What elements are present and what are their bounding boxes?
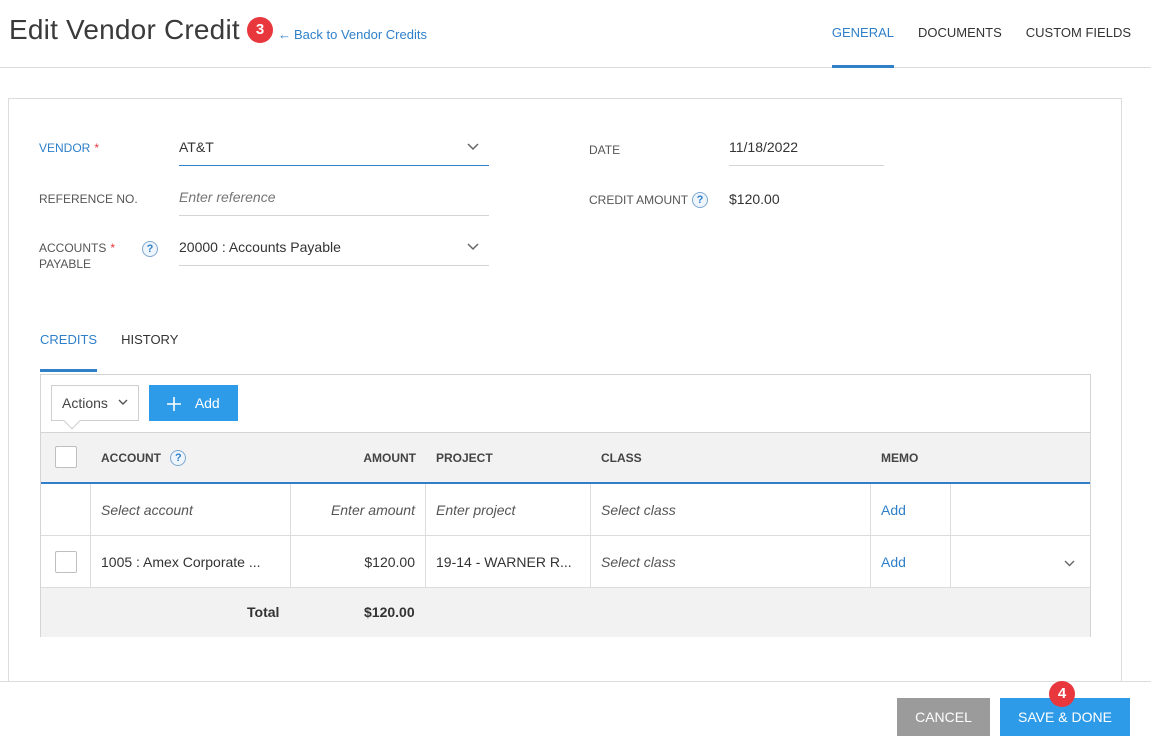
date-field[interactable]: 11/18/2022 xyxy=(729,130,884,166)
accounts-payable-value: 20000 : Accounts Payable xyxy=(179,239,341,255)
back-link-label: Back to Vendor Credits xyxy=(294,27,427,42)
row-checkbox[interactable] xyxy=(55,551,77,573)
help-icon[interactable]: ? xyxy=(142,241,158,257)
reference-field[interactable] xyxy=(179,180,489,216)
help-icon[interactable]: ? xyxy=(170,450,187,466)
add-line-button[interactable]: Add xyxy=(149,385,238,421)
class-cell[interactable]: Select class xyxy=(591,536,871,588)
accounts-payable-label-line1: ACCOUNTS xyxy=(39,241,107,255)
reference-input[interactable] xyxy=(179,189,489,205)
column-account-label: ACCOUNT xyxy=(101,451,161,465)
column-amount: AMOUNT xyxy=(363,451,416,465)
chevron-down-icon[interactable] xyxy=(467,130,479,164)
tab-credits[interactable]: CREDITS xyxy=(40,322,98,372)
row-expand-cell xyxy=(951,536,1091,588)
account-cell[interactable]: 1005 : Amex Corporate ... xyxy=(91,536,291,588)
page-title: Edit Vendor Credit xyxy=(9,14,240,45)
top-tabs: GENERAL DOCUMENTS CUSTOM FIELDS xyxy=(808,0,1131,68)
column-project: PROJECT xyxy=(436,451,493,465)
credit-amount-label: CREDIT AMOUNT xyxy=(589,193,689,207)
step-badge-3: 3 xyxy=(247,17,273,43)
tab-general[interactable]: GENERAL xyxy=(831,0,894,68)
tab-documents[interactable]: DOCUMENTS xyxy=(918,0,1002,68)
actions-label: Actions xyxy=(62,395,108,411)
grid-header: ACCOUNT ? AMOUNT PROJECT CLASS MEMO xyxy=(41,432,1090,484)
required-mark: * xyxy=(110,241,116,255)
credit-subtabs: CREDITS HISTORY xyxy=(40,322,202,372)
total-label: Total xyxy=(247,604,280,620)
memo-add-link[interactable]: Add xyxy=(871,536,951,588)
accounts-payable-select[interactable]: 20000 : Accounts Payable xyxy=(179,230,489,266)
vendor-credit-form-card: VENDOR* AT&T REFERENCE NO. ACCOUNTS* PAY… xyxy=(8,98,1122,698)
amount-cell[interactable]: Enter amount xyxy=(291,484,426,536)
reference-label: REFERENCE NO. xyxy=(39,192,138,206)
amount-cell[interactable]: $120.00 xyxy=(291,536,426,588)
credits-grid: Actions Add ACCOUNT ? AMOUNT PROJECT CLA… xyxy=(40,374,1091,637)
chevron-down-icon xyxy=(118,386,128,420)
date-value: 11/18/2022 xyxy=(729,139,799,155)
vendor-select[interactable]: AT&T xyxy=(179,130,489,166)
row-select-cell xyxy=(41,484,91,536)
grid-toolbar: Actions Add xyxy=(41,375,1090,432)
chevron-down-icon[interactable] xyxy=(1064,536,1075,588)
project-cell[interactable]: 19-14 - WARNER R... xyxy=(426,536,591,588)
row-select-cell xyxy=(41,536,91,588)
accounts-payable-label: ACCOUNTS * PAYABLE xyxy=(39,240,115,272)
class-cell[interactable]: Select class xyxy=(591,484,871,536)
vendor-value: AT&T xyxy=(179,139,214,155)
required-mark: * xyxy=(94,141,100,155)
chevron-down-icon[interactable] xyxy=(467,230,479,264)
step-badge-4: 4 xyxy=(1049,681,1075,707)
help-icon[interactable]: ? xyxy=(692,192,708,208)
memo-add-link[interactable]: Add xyxy=(871,484,951,536)
account-cell[interactable]: Select account xyxy=(91,484,291,536)
select-all-checkbox[interactable] xyxy=(55,446,77,468)
page-header: Edit Vendor Credit 3 ← Back to Vendor Cre… xyxy=(0,0,1151,68)
row-extra-cell xyxy=(951,484,1091,536)
form-footer: CANCEL SAVE & DONE xyxy=(0,681,1151,750)
table-row: 1005 : Amex Corporate ... $120.00 19-14 … xyxy=(41,536,1090,588)
total-value: $120.00 xyxy=(364,604,415,620)
dropdown-tip xyxy=(63,412,81,430)
accounts-payable-label-line2: PAYABLE xyxy=(39,257,92,271)
vendor-label: VENDOR * xyxy=(39,140,99,156)
tab-custom-fields[interactable]: CUSTOM FIELDS xyxy=(1026,0,1131,68)
column-class: CLASS xyxy=(601,451,642,465)
plus-icon xyxy=(167,393,187,415)
table-row-entry: Select account Enter amount Enter projec… xyxy=(41,484,1090,536)
credit-amount-value: $120.00 xyxy=(729,191,780,207)
column-account: ACCOUNT ? xyxy=(101,433,187,483)
project-cell[interactable]: Enter project xyxy=(426,484,591,536)
tab-history[interactable]: HISTORY xyxy=(121,322,178,372)
vendor-label-text: VENDOR xyxy=(39,141,91,155)
back-arrow-icon: ← xyxy=(278,27,291,42)
add-label: Add xyxy=(194,395,220,411)
date-label: DATE xyxy=(589,143,621,157)
back-to-vendor-credits-link[interactable]: ← Back to Vendor Credits xyxy=(278,27,427,42)
column-memo: MEMO xyxy=(881,451,919,465)
cancel-button[interactable]: CANCEL xyxy=(897,698,990,736)
actions-dropdown[interactable]: Actions xyxy=(51,385,139,430)
total-row: Total $120.00 xyxy=(41,588,1090,637)
